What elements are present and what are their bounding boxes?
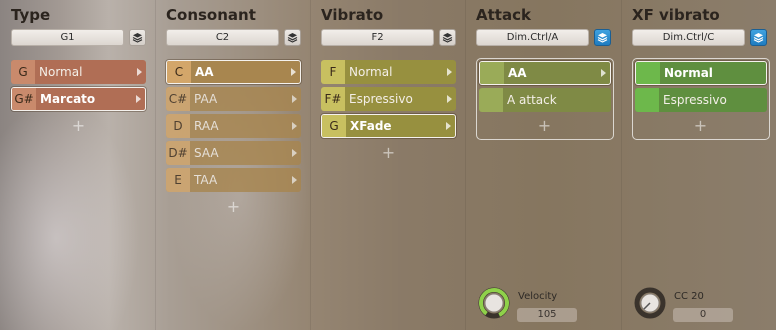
knob-label: CC 20: [674, 291, 704, 302]
keyswitch-selector[interactable]: Dim.Ctrl/C: [632, 29, 745, 46]
keyswitch-selector[interactable]: Dim.Ctrl/A: [476, 29, 589, 46]
chevron-right-icon: [291, 68, 296, 76]
column-title: XF vibrato: [632, 6, 720, 24]
layers-icon: [132, 33, 143, 43]
layers-button[interactable]: [284, 29, 301, 46]
list-item-selected[interactable]: Normal: [635, 61, 767, 85]
list-item[interactable]: A attack: [479, 88, 611, 112]
chevron-right-icon: [136, 95, 141, 103]
item-key: [479, 88, 503, 112]
add-item-button[interactable]: +: [477, 116, 612, 135]
column-consonant: Consonant C2 C AA C# PAA D RAA D# SAA E …: [166, 0, 316, 330]
add-item-button[interactable]: +: [11, 116, 146, 135]
item-label: A attack: [507, 93, 557, 107]
layers-button[interactable]: [439, 29, 456, 46]
column-title: Consonant: [166, 6, 256, 24]
item-key: F: [321, 60, 345, 84]
column-title: Type: [11, 6, 51, 24]
chevron-right-icon: [601, 69, 606, 77]
item-label: SAA: [194, 146, 219, 160]
column-xf-vibrato: XF vibrato Dim.Ctrl/C Normal Espressivo …: [632, 0, 776, 330]
item-key: G: [11, 60, 35, 84]
list-item[interactable]: C# PAA: [166, 87, 301, 111]
item-key: E: [166, 168, 190, 192]
item-key: C: [167, 61, 191, 83]
layers-button-active[interactable]: [750, 29, 767, 46]
item-label: Normal: [664, 66, 713, 80]
chevron-right-icon: [292, 176, 297, 184]
chevron-right-icon: [292, 149, 297, 157]
item-label: AA: [508, 66, 527, 80]
add-item-button[interactable]: +: [166, 197, 301, 216]
item-key: [636, 62, 660, 84]
item-label: Espressivo: [349, 92, 413, 106]
list-item[interactable]: D# SAA: [166, 141, 301, 165]
item-group: AA A attack +: [476, 58, 614, 140]
cc20-knob[interactable]: [634, 287, 666, 319]
chevron-right-icon: [292, 122, 297, 130]
list-item-selected[interactable]: G XFade: [321, 114, 456, 138]
item-key: G: [322, 115, 346, 137]
add-item-button[interactable]: +: [321, 143, 456, 162]
item-key: D#: [166, 141, 190, 165]
list-item[interactable]: E TAA: [166, 168, 301, 192]
layers-button[interactable]: [129, 29, 146, 46]
knob-label: Velocity: [518, 291, 558, 302]
layers-icon: [287, 33, 298, 43]
item-key: D: [166, 114, 190, 138]
item-label: XFade: [350, 119, 392, 133]
item-group: Normal Espressivo +: [632, 58, 770, 140]
chevron-right-icon: [447, 68, 452, 76]
item-label: Normal: [39, 65, 83, 79]
item-label: RAA: [194, 119, 219, 133]
item-label: Marcato: [40, 92, 96, 106]
chevron-right-icon: [446, 122, 451, 130]
item-key: G#: [12, 88, 36, 110]
keyswitch-selector[interactable]: G1: [11, 29, 124, 46]
list-item-selected[interactable]: AA: [479, 61, 611, 85]
layers-icon: [597, 33, 608, 43]
item-label: AA: [195, 65, 214, 79]
item-label: TAA: [194, 173, 218, 187]
keyswitch-selector[interactable]: F2: [321, 29, 434, 46]
item-key: [480, 62, 504, 84]
layers-button-active[interactable]: [594, 29, 611, 46]
item-label: Espressivo: [663, 93, 727, 107]
column-title: Vibrato: [321, 6, 384, 24]
column-type: Type G1 G Normal G# Marcato +: [11, 0, 161, 330]
column-divider: [621, 0, 622, 330]
item-key: F#: [321, 87, 345, 111]
list-item-selected[interactable]: G# Marcato: [11, 87, 146, 111]
knob-value[interactable]: 105: [517, 308, 577, 322]
layers-icon: [442, 33, 453, 43]
list-item[interactable]: F# Espressivo: [321, 87, 456, 111]
column-attack: Attack Dim.Ctrl/A AA A attack + Velocity…: [476, 0, 626, 330]
column-divider: [465, 0, 466, 330]
list-item[interactable]: F Normal: [321, 60, 456, 84]
list-item[interactable]: D RAA: [166, 114, 301, 138]
velocity-knob[interactable]: [478, 287, 510, 319]
item-label: PAA: [194, 92, 218, 106]
list-item-selected[interactable]: C AA: [166, 60, 301, 84]
chevron-right-icon: [292, 95, 297, 103]
column-divider: [310, 0, 311, 330]
list-item[interactable]: G Normal: [11, 60, 146, 84]
knob-value[interactable]: 0: [673, 308, 733, 322]
layers-icon: [753, 33, 764, 43]
item-label: Normal: [349, 65, 393, 79]
item-key: C#: [166, 87, 190, 111]
column-title: Attack: [476, 6, 531, 24]
list-item[interactable]: Espressivo: [635, 88, 767, 112]
column-vibrato: Vibrato F2 F Normal F# Espressivo G XFad…: [321, 0, 471, 330]
chevron-right-icon: [137, 68, 142, 76]
add-item-button[interactable]: +: [633, 116, 768, 135]
keyswitch-selector[interactable]: C2: [166, 29, 279, 46]
column-divider: [155, 0, 156, 330]
item-key: [635, 88, 659, 112]
chevron-right-icon: [447, 95, 452, 103]
